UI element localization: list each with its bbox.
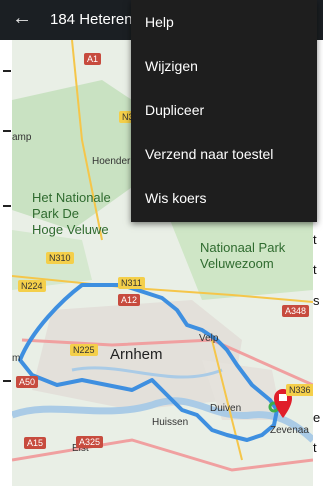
park-label-veluwezoom: Nationaal Park Veluwezoom <box>200 240 286 271</box>
menu-item-send-to-device[interactable]: Verzend naar toestel <box>131 132 317 176</box>
road-shield-a1: A1 <box>84 53 102 65</box>
list-dash <box>3 205 11 207</box>
list-dash <box>3 70 11 72</box>
list-dash <box>3 380 11 382</box>
road-shield-a50: A50 <box>16 376 39 388</box>
overflow-menu: Help Wijzigen Dupliceer Verzend naar toe… <box>131 0 317 222</box>
menu-item-help[interactable]: Help <box>131 0 317 44</box>
town-label-zevenaar: Zevenaa <box>270 425 309 436</box>
town-label-velp: Velp <box>199 333 219 344</box>
road-shield-n336: N336 <box>286 384 313 396</box>
city-label-arnhem: Arnhem <box>110 346 163 363</box>
arrow-left-icon[interactable]: ← <box>12 7 32 30</box>
partial-text: s <box>313 293 320 308</box>
partial-text: t <box>313 262 317 277</box>
road-shield-a348: A348 <box>282 305 310 317</box>
menu-item-delete-course[interactable]: Wis koers <box>131 176 317 220</box>
background-page-left-edge <box>0 0 12 486</box>
road-shield-n225: N225 <box>70 344 98 356</box>
road-shield-n310: N310 <box>46 252 74 264</box>
list-dash <box>3 130 11 132</box>
road-shield-n311: N311 <box>118 277 145 289</box>
town-label-duiven: Duiven <box>210 403 242 414</box>
town-label-partial: amp <box>12 132 32 143</box>
road-shield-a325: A325 <box>76 436 104 448</box>
menu-item-duplicate[interactable]: Dupliceer <box>131 88 317 132</box>
partial-text: e <box>313 410 321 425</box>
menu-item-edit[interactable]: Wijzigen <box>131 44 317 88</box>
road-shield-n224: N224 <box>18 280 46 292</box>
park-label-hoge-veluwe: Het Nationale Park De Hoge Veluwe <box>32 190 111 237</box>
town-label-hoenderloo: Hoender <box>92 156 131 167</box>
partial-text: t <box>313 440 317 455</box>
town-label-partial: m <box>12 353 21 364</box>
road-shield-a12: A12 <box>118 294 141 306</box>
page-title: 184 Heteren <box>50 11 133 28</box>
road-shield-a15: A15 <box>24 437 47 449</box>
town-label-huissen: Huissen <box>152 417 189 428</box>
partial-text: t <box>313 232 317 247</box>
